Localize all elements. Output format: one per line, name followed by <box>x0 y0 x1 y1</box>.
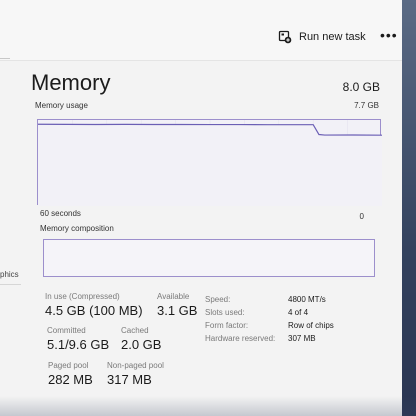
stat-non-paged-pool-label: Non-paged pool <box>107 361 164 370</box>
desktop-wallpaper-edge <box>402 0 416 416</box>
stat-available-value: 3.1 GB <box>157 303 198 318</box>
sidebar-divider <box>0 284 21 285</box>
memory-total: 8.0 GB <box>342 80 380 94</box>
stat-non-paged-pool-value: 317 MB <box>107 372 152 387</box>
stat-available-label: Available <box>157 292 190 301</box>
stat-committed-value: 5.1/9.6 GB <box>47 337 110 352</box>
sidebar-item-gpu[interactable]: phics <box>0 270 20 279</box>
time-end-label: 0 <box>359 212 364 221</box>
divider <box>0 58 10 59</box>
property-key: Slots used: <box>205 308 245 317</box>
stat-in-use: In use (Compressed) 4.5 GB (100 MB) <box>45 292 143 318</box>
property-key: Form factor: <box>205 321 249 330</box>
screen-glare <box>0 396 416 416</box>
memory-usage-max: 7.7 GB <box>354 101 379 110</box>
stat-paged-pool: Paged pool 282 MB <box>48 361 93 387</box>
stat-committed: Committed 5.1/9.6 GB <box>47 326 109 352</box>
memory-composition-bar <box>43 239 375 277</box>
memory-composition-label: Memory composition <box>40 224 114 233</box>
run-task-icon <box>278 30 292 44</box>
stat-in-use-value: 4.5 GB (100 MB) <box>45 303 143 318</box>
property-value: 307 MB <box>288 334 316 343</box>
stat-committed-label: Committed <box>47 326 86 335</box>
property-row: Form factor: Row of chips <box>205 319 334 332</box>
stat-non-paged-pool: Non-paged pool 317 MB <box>107 361 164 387</box>
property-value: Row of chips <box>288 321 334 330</box>
usage-area <box>38 124 382 206</box>
property-value: 4800 MT/s <box>288 295 326 304</box>
stat-cached-label: Cached <box>121 326 149 335</box>
task-manager-window: Run new task ••• Memory 8.0 GB Memory us… <box>0 0 402 416</box>
toolbar: Run new task ••• <box>0 0 402 61</box>
memory-usage-chart <box>38 120 382 206</box>
page-title: Memory <box>31 70 111 95</box>
memory-properties: Speed: 4800 MT/s Slots used: 4 of 4 Form… <box>205 293 334 345</box>
property-key: Speed: <box>205 295 231 304</box>
stat-cached-value: 2.0 GB <box>121 337 162 352</box>
property-row: Slots used: 4 of 4 <box>205 306 334 319</box>
property-row: Hardware reserved: 307 MB <box>205 332 334 345</box>
run-new-task-label: Run new task <box>299 31 366 43</box>
property-row: Speed: 4800 MT/s <box>205 293 334 306</box>
property-key: Hardware reserved: <box>205 334 276 343</box>
run-new-task-button[interactable]: Run new task <box>278 26 366 48</box>
stat-paged-pool-label: Paged pool <box>48 361 89 370</box>
stat-available: Available 3.1 GB <box>157 292 197 318</box>
memory-usage-label: Memory usage <box>35 101 88 110</box>
stat-in-use-label: In use (Compressed) <box>45 292 120 301</box>
stat-paged-pool-value: 282 MB <box>48 372 93 387</box>
property-value: 4 of 4 <box>288 308 309 317</box>
memory-usage-graph <box>37 119 382 206</box>
time-span-label: 60 seconds <box>40 209 81 218</box>
more-options-button[interactable]: ••• <box>380 28 398 42</box>
stat-cached: Cached 2.0 GB <box>121 326 161 352</box>
